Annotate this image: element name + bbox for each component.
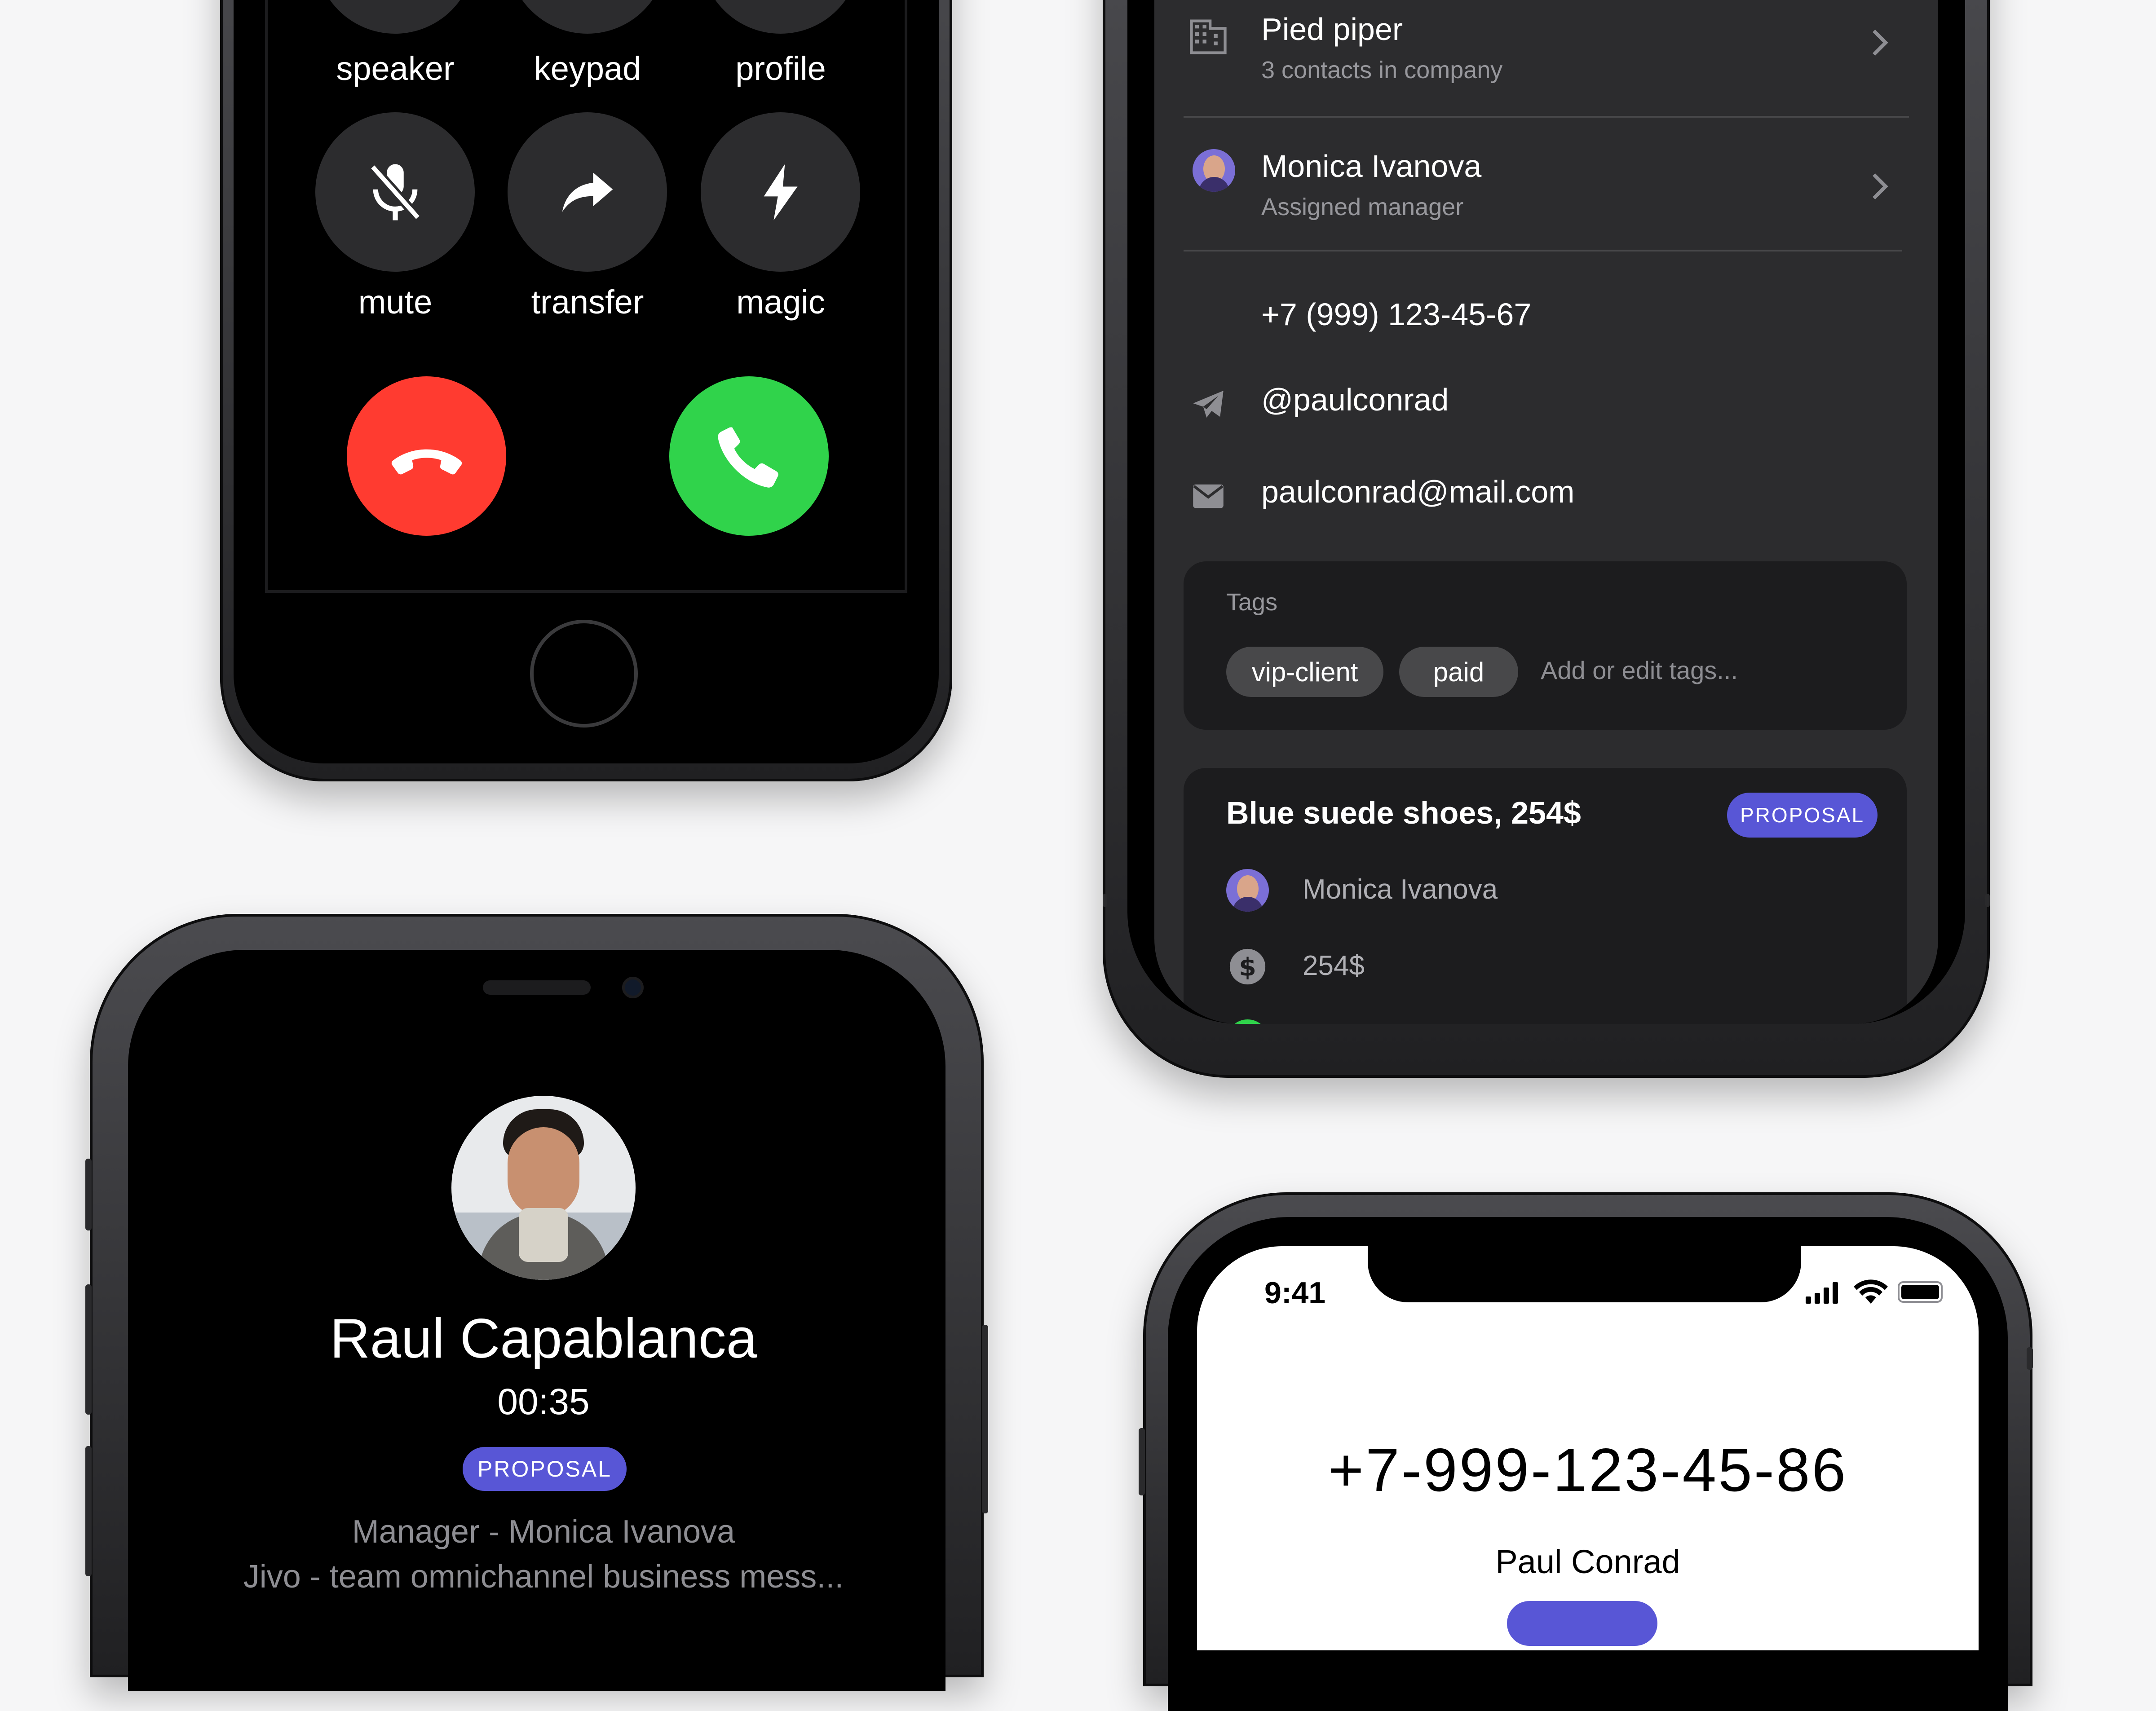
profile-label: profile	[735, 50, 826, 87]
tag-vip-client[interactable]: vip-client	[1226, 647, 1383, 697]
mute-label: mute	[358, 283, 433, 321]
caller-status-badge: PROPOSAL	[463, 1447, 627, 1491]
side-button	[85, 1284, 92, 1415]
side-button	[85, 1159, 92, 1230]
dialer-status-badge	[1507, 1601, 1657, 1646]
keypad-label: keypad	[534, 50, 641, 87]
transfer-label: transfer	[531, 283, 644, 321]
dialed-contact-name: Paul Conrad	[1495, 1543, 1680, 1580]
deal-amount: 254$	[1303, 950, 1365, 981]
contact-phone[interactable]: +7 (999) 123-45-67	[1261, 296, 1531, 332]
status-time: 9:41	[1264, 1276, 1326, 1310]
contact-telegram[interactable]: @paulconrad	[1261, 382, 1449, 418]
phone-icon	[717, 427, 778, 488]
notch	[1368, 1246, 1801, 1302]
contact-card-screen: Pied piper 3 contacts in company Monica …	[1154, 0, 1938, 1024]
dialed-number: +7-999-123-45-86	[1328, 1436, 1848, 1504]
building-icon	[1190, 19, 1227, 54]
side-button	[1139, 1428, 1145, 1495]
side-button	[85, 1446, 92, 1576]
tags-title: Tags	[1226, 589, 1278, 616]
lightning-icon	[764, 164, 797, 220]
manager-name: Monica Ivanova	[1261, 149, 1482, 184]
earpiece-speaker	[483, 980, 591, 995]
forward-arrow-icon	[562, 172, 613, 212]
side-button	[982, 1325, 988, 1513]
divider	[1184, 250, 1902, 251]
deal-title: Blue suede shoes, 254$	[1226, 795, 1581, 830]
tag-paid[interactable]: paid	[1399, 647, 1518, 697]
speaker-label: speaker	[336, 50, 455, 87]
transfer-button[interactable]	[508, 112, 667, 272]
side-button	[2027, 1347, 2033, 1370]
company-subtitle: 3 contacts in company	[1261, 57, 1503, 84]
company-name: Pied piper	[1261, 12, 1403, 47]
signal-icon	[1806, 1282, 1838, 1304]
caller-avatar	[451, 1096, 636, 1280]
chevron-right-icon[interactable]	[1869, 27, 1891, 58]
home-button[interactable]	[530, 620, 638, 728]
mute-button[interactable]	[315, 112, 475, 272]
call-timer: 00:35	[497, 1381, 590, 1422]
mic-off-icon	[369, 163, 421, 220]
accept-call-button[interactable]	[669, 376, 829, 536]
status-dot	[1226, 1019, 1269, 1024]
tags-input-placeholder[interactable]: Add or edit tags...	[1541, 656, 1738, 685]
front-camera	[622, 977, 644, 998]
decline-call-button[interactable]	[347, 376, 506, 536]
phone-down-icon	[391, 449, 462, 474]
caller-manager-line: Manager - Monica Ivanova	[352, 1514, 735, 1550]
manager-subtitle: Assigned manager	[1261, 194, 1464, 220]
caller-company-line: Jivo - team omnichannel business mess...	[243, 1559, 844, 1595]
deal-status-badge: PROPOSAL	[1727, 793, 1878, 838]
caller-name: Raul Capablanca	[330, 1308, 757, 1370]
manager-avatar	[1193, 149, 1235, 192]
deal-card[interactable]: Blue suede shoes, 254$ PROPOSAL Monica I…	[1184, 768, 1907, 1024]
frame-antenna-line	[1985, 894, 1990, 907]
dollar-icon: $	[1229, 948, 1266, 985]
dialer-screen: 9:41 +7-999-123-45-86 Paul Conrad	[1197, 1246, 1979, 1650]
magic-button[interactable]	[701, 112, 860, 272]
mail-icon	[1193, 484, 1224, 508]
chevron-right-icon[interactable]	[1869, 171, 1891, 202]
battery-icon	[1898, 1281, 1943, 1303]
tags-card: Tags vip-client paid Add or edit tags...	[1184, 561, 1907, 730]
wifi-icon	[1854, 1279, 1888, 1304]
divider	[1184, 116, 1909, 118]
frame-antenna-line	[1103, 894, 1107, 907]
telegram-icon	[1193, 391, 1224, 418]
svg-text:$: $	[1239, 953, 1256, 982]
deal-manager-name: Monica Ivanova	[1303, 874, 1498, 905]
contact-email[interactable]: paulconrad@mail.com	[1261, 474, 1574, 510]
deal-manager-avatar	[1226, 869, 1269, 912]
magic-label: magic	[736, 283, 825, 321]
